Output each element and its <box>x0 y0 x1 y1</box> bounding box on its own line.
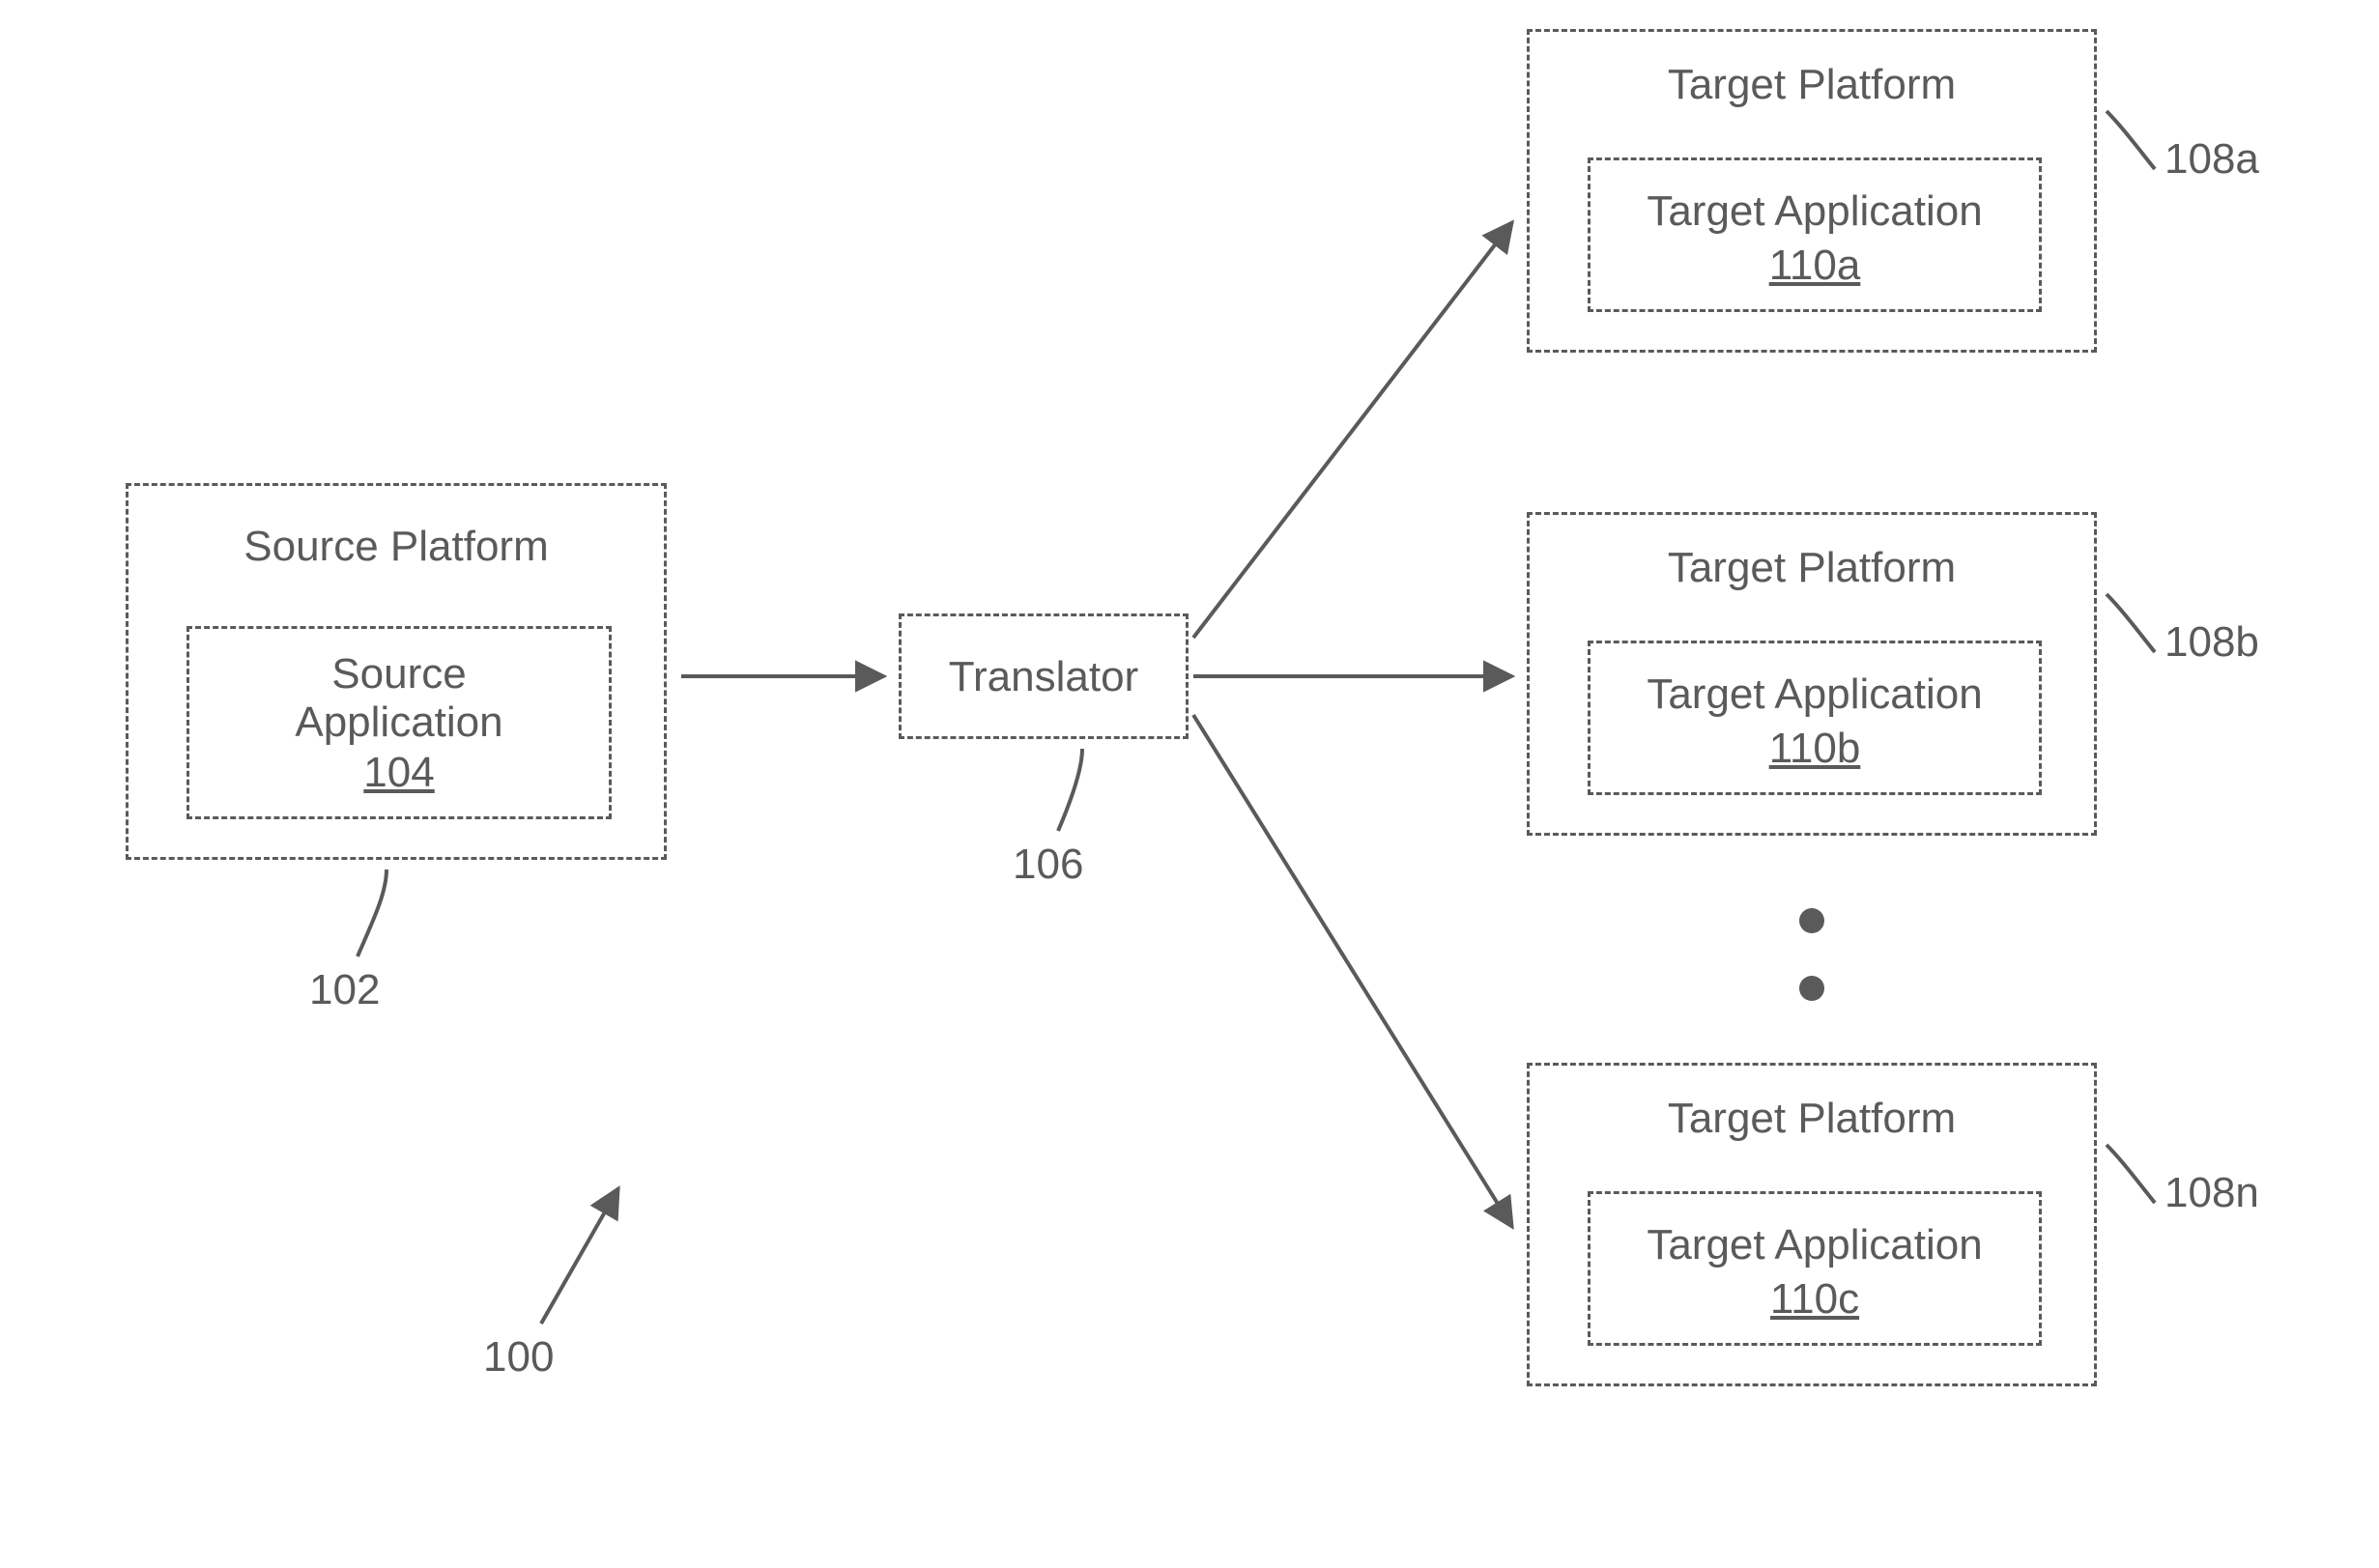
source-platform-box: Source Platform Source Application 104 <box>126 483 667 860</box>
target-platform-b-box: Target Platform Target Application 110b <box>1527 512 2097 836</box>
leader-108n <box>2107 1145 2155 1203</box>
ellipsis-dot <box>1799 908 1824 933</box>
leader-106 <box>1058 749 1082 831</box>
source-app-label-1: Source <box>331 650 466 698</box>
source-app-ref: 104 <box>363 749 434 797</box>
target-b-title: Target Platform <box>1668 544 1956 592</box>
target-a-title: Target Platform <box>1668 61 1956 109</box>
target-n-app-ref: 110c <box>1770 1275 1859 1324</box>
translator-box: Translator <box>899 613 1189 739</box>
target-a-app-box: Target Application 110a <box>1588 157 2042 312</box>
leader-108b <box>2107 594 2155 652</box>
ellipsis-dot <box>1799 976 1824 1001</box>
translator-ref: 106 <box>1013 841 1083 889</box>
target-b-app-label: Target Application <box>1647 670 1982 719</box>
target-a-app-label: Target Application <box>1647 187 1982 236</box>
target-n-app-box: Target Application 110c <box>1588 1191 2042 1346</box>
figure-ref: 100 <box>483 1333 554 1382</box>
source-app-label-2: Application <box>295 698 502 747</box>
target-a-app-ref: 110a <box>1769 242 1861 290</box>
target-platform-a-box: Target Platform Target Application 110a <box>1527 29 2097 353</box>
source-platform-ref: 102 <box>309 966 380 1014</box>
target-n-title: Target Platform <box>1668 1095 1956 1143</box>
source-application-box: Source Application 104 <box>186 626 612 819</box>
arrow-translator-to-target-n <box>1193 715 1512 1227</box>
leader-108a <box>2107 111 2155 169</box>
target-a-ref: 108a <box>2164 135 2259 184</box>
target-n-ref: 108n <box>2164 1169 2259 1217</box>
leader-102 <box>358 870 387 956</box>
target-b-app-box: Target Application 110b <box>1588 641 2042 795</box>
target-platform-n-box: Target Platform Target Application 110c <box>1527 1063 2097 1386</box>
diagram-canvas: Source Platform Source Application 104 1… <box>0 0 2379 1568</box>
target-b-ref: 108b <box>2164 618 2259 667</box>
translator-label: Translator <box>949 653 1138 701</box>
target-n-app-label: Target Application <box>1647 1221 1982 1269</box>
target-b-app-ref: 110b <box>1769 725 1861 773</box>
source-platform-title: Source Platform <box>244 523 548 571</box>
leader-100 <box>541 1188 618 1324</box>
arrow-translator-to-target-a <box>1193 222 1512 638</box>
